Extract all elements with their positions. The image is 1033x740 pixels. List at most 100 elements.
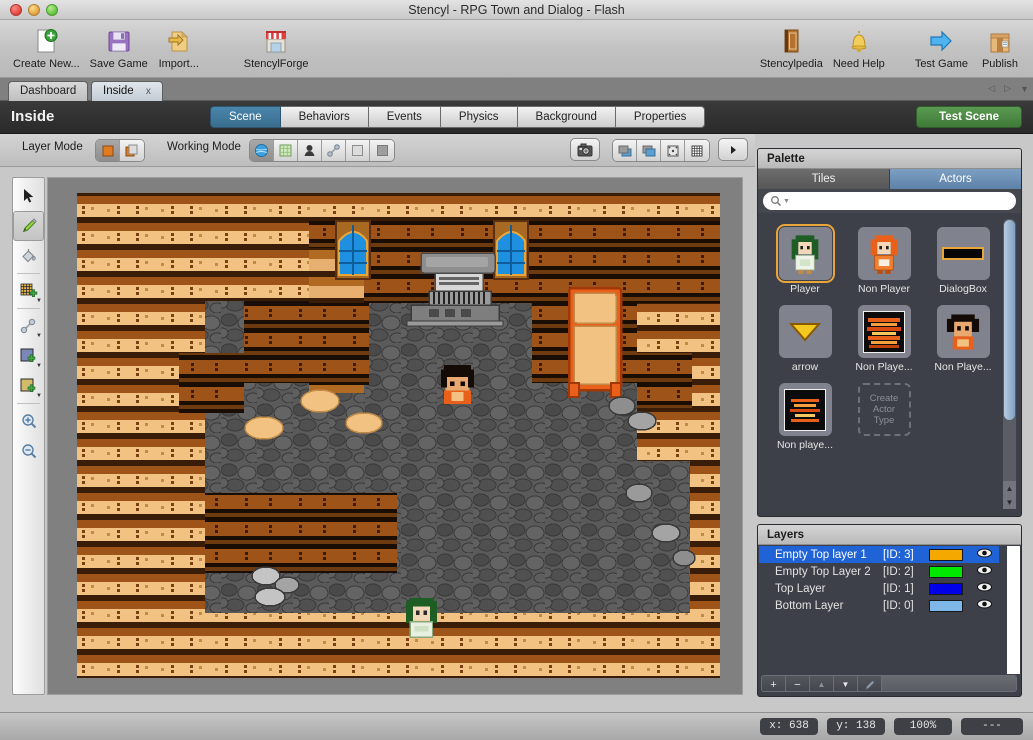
zoom-in-tool[interactable] <box>13 406 44 436</box>
zoom-out-tool[interactable] <box>13 436 44 466</box>
dialogbox-actor-thumb[interactable] <box>936 227 990 280</box>
table-row[interactable]: Empty Top Layer 2 [ID: 2] <box>759 563 999 580</box>
actor-item-player[interactable]: Player <box>770 224 840 295</box>
layer-color-swatch[interactable] <box>929 582 963 595</box>
test-game-label: Test Game <box>914 58 968 70</box>
select-tool[interactable] <box>13 181 44 211</box>
actor-item-non-player[interactable]: Non Player <box>849 227 919 295</box>
joint-tool[interactable]: ▼ <box>13 311 44 341</box>
tab-next-icon[interactable]: ▷ <box>1004 83 1011 94</box>
non-player-3-actor-thumb[interactable] <box>936 305 990 358</box>
minimize-button[interactable] <box>28 4 40 16</box>
region-mode-button[interactable] <box>346 140 370 161</box>
expand-panel-button[interactable] <box>718 138 748 161</box>
close-button[interactable] <box>10 4 22 16</box>
terrain-mode-button[interactable] <box>250 140 274 161</box>
palette-scroll-up-button[interactable]: ▲ <box>1003 481 1016 495</box>
layer-color-swatch[interactable] <box>929 548 963 561</box>
all-layers-mode-button[interactable] <box>120 140 144 161</box>
tab-events[interactable]: Events <box>368 106 441 128</box>
actor-item-non-player-3[interactable]: Non Playe... <box>928 305 998 373</box>
eye-icon[interactable] <box>977 565 992 578</box>
palette-scrollbar-thumb[interactable] <box>1004 220 1015 420</box>
tab-inside[interactable]: Inside x <box>91 81 163 101</box>
scene-canvas-viewport[interactable] <box>47 177 743 695</box>
maximize-button[interactable] <box>46 4 58 16</box>
non-player-actor-thumb[interactable] <box>857 227 911 280</box>
eye-icon[interactable] <box>977 582 992 595</box>
table-row[interactable]: Bottom Layer [ID: 0] <box>759 597 999 614</box>
toggle-grid-button[interactable] <box>685 140 709 161</box>
save-game-button[interactable]: Save Game <box>85 24 153 70</box>
need-help-button[interactable]: Need Help <box>828 24 890 70</box>
pencil-tool[interactable] <box>13 211 44 241</box>
chevron-down-icon[interactable]: ▼ <box>36 333 42 339</box>
tab-background[interactable]: Background <box>517 106 616 128</box>
tab-dashboard[interactable]: Dashboard <box>8 81 89 101</box>
layer-color-swatch[interactable] <box>929 599 963 612</box>
tab-tiles[interactable]: Tiles <box>758 169 890 189</box>
arrow-actor-thumb[interactable] <box>778 305 832 358</box>
test-game-button[interactable]: Test Game <box>910 24 973 70</box>
snapshot-camera-button[interactable] <box>570 138 600 161</box>
shape-mode-button[interactable] <box>370 140 394 161</box>
chevron-down-icon[interactable]: ▼ <box>36 363 42 369</box>
actor-item-dialogbox[interactable]: DialogBox <box>928 227 998 295</box>
region-tool[interactable]: ▼ <box>13 341 44 371</box>
create-actor-type-box[interactable]: Create Actor Type <box>857 383 911 436</box>
layer-color-swatch[interactable] <box>929 565 963 578</box>
non-player-4-actor-thumb[interactable] <box>778 383 832 436</box>
remove-layer-button[interactable]: − <box>786 676 810 691</box>
table-row[interactable]: Empty Top layer 1 [ID: 3] <box>759 546 999 563</box>
chevron-down-icon[interactable]: ▼ <box>36 393 42 399</box>
search-dropdown-icon[interactable]: ▼ <box>783 198 790 205</box>
tab-list-icon[interactable]: ▼ <box>1020 84 1029 94</box>
player-actor-thumb[interactable] <box>775 224 835 283</box>
search-input[interactable]: ▼ <box>763 192 1016 210</box>
edit-layer-button[interactable] <box>858 676 882 691</box>
scene-tilemap[interactable] <box>77 193 720 694</box>
eye-icon[interactable] <box>977 548 992 561</box>
send-backward-button[interactable] <box>613 140 637 161</box>
palette-scrollbar[interactable]: ▲ ▼ <box>1003 219 1016 509</box>
tile-brush-tool[interactable]: ▼ <box>13 276 44 306</box>
table-row[interactable]: Top Layer [ID: 1] <box>759 580 999 597</box>
import-button[interactable]: Import... <box>153 24 205 70</box>
tile-mode-button[interactable] <box>274 140 298 161</box>
search-text-field[interactable] <box>794 195 1016 207</box>
snap-to-grid-button[interactable] <box>661 140 685 161</box>
chevron-down-icon[interactable]: ▼ <box>36 298 42 304</box>
actor-item-non-player-2[interactable]: Non Playe... <box>849 305 919 373</box>
single-layer-mode-button[interactable] <box>96 140 120 161</box>
bring-forward-button[interactable] <box>637 140 661 161</box>
joint-mode-button[interactable] <box>322 140 346 161</box>
tab-properties[interactable]: Properties <box>615 106 706 128</box>
eye-icon[interactable] <box>977 599 992 612</box>
tab-behaviors-label: Behaviors <box>298 111 350 123</box>
move-layer-up-button[interactable]: ▲ <box>810 676 834 691</box>
actor-item-non-player-4[interactable]: Non playe... <box>770 383 840 451</box>
tab-prev-icon[interactable]: ◁ <box>988 83 995 94</box>
move-layer-down-button[interactable]: ▼ <box>834 676 858 691</box>
tab-actors[interactable]: Actors <box>890 169 1021 189</box>
stencylpedia-button[interactable]: Stencylpedia <box>755 24 828 70</box>
terrain-tool[interactable]: ▼ <box>13 371 44 401</box>
palette-scroll-down-button[interactable]: ▼ <box>1003 495 1016 509</box>
publish-button[interactable]: Publish <box>973 24 1027 70</box>
non-player-2-actor-thumb[interactable] <box>857 305 911 358</box>
actor-item-arrow[interactable]: arrow <box>770 305 840 373</box>
tab-physics[interactable]: Physics <box>440 106 518 128</box>
fill-tool[interactable] <box>13 241 44 271</box>
test-scene-button[interactable]: Test Scene <box>916 106 1022 128</box>
palette-search-area: ▼ <box>758 189 1021 213</box>
tab-scene[interactable]: Scene <box>210 106 281 128</box>
tab-behaviors[interactable]: Behaviors <box>280 106 369 128</box>
create-new-button[interactable]: Create New... <box>8 24 85 70</box>
yellow-down-triangle-sprite <box>788 322 822 342</box>
layers-scrollbar[interactable] <box>1007 546 1020 674</box>
add-layer-button[interactable]: + <box>762 676 786 691</box>
tab-close-icon[interactable]: x <box>146 86 151 97</box>
actor-mode-button[interactable] <box>298 140 322 161</box>
create-actor-type-button[interactable]: Create Actor Type <box>849 383 919 436</box>
stencylforge-button[interactable]: StencylForge <box>239 24 314 70</box>
